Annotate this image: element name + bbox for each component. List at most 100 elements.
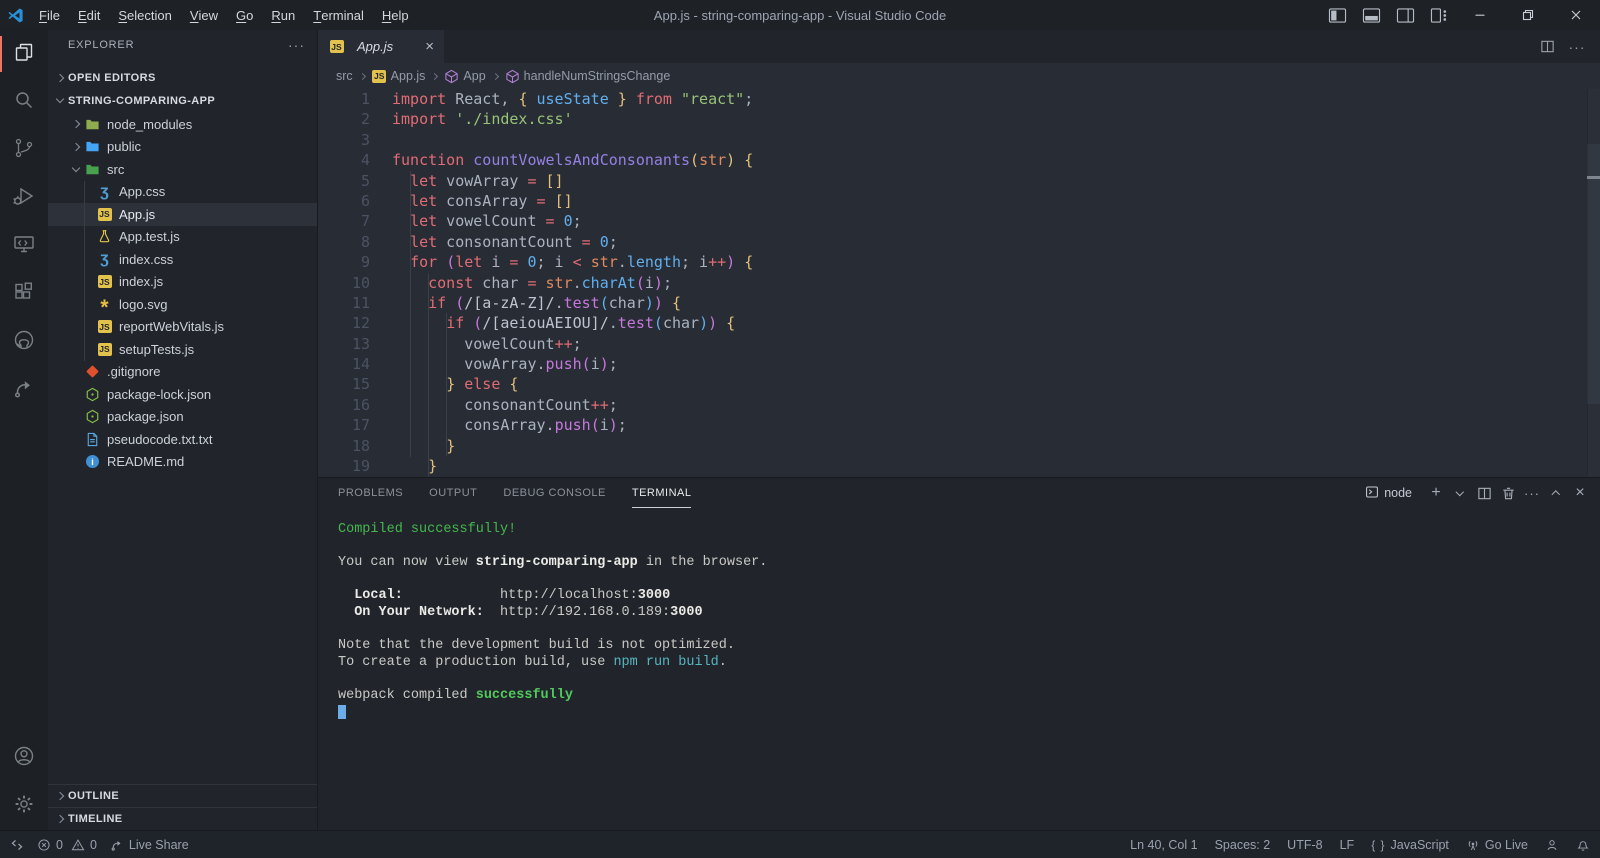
editor-scrollbar[interactable] (1587, 89, 1600, 477)
activity-run-and-debug[interactable] (0, 174, 48, 222)
terminal-icon (1365, 485, 1379, 502)
activity-extensions[interactable] (0, 270, 48, 318)
tree-item-index.js[interactable]: JS index.js (48, 270, 317, 293)
tree-item-setuptests.js[interactable]: JS setupTests.js (48, 338, 317, 361)
status-notifications[interactable] (1576, 838, 1590, 852)
panel-tab-problems[interactable]: PROBLEMS (338, 478, 403, 508)
close-window-button[interactable] (1552, 0, 1600, 30)
tree-item-.gitignore[interactable]: .gitignore (48, 361, 317, 384)
split-terminal-icon[interactable] (1472, 481, 1496, 505)
breadcrumb-handlenumstringschange[interactable]: handleNumStringsChange (505, 68, 670, 84)
toggle-panel-icon[interactable] (1354, 0, 1388, 30)
share-sm-icon (110, 838, 124, 852)
line-number: 9 (360, 253, 370, 272)
more-actions-icon[interactable]: ··· (1564, 39, 1590, 55)
explorer-more-icon[interactable]: ··· (288, 37, 305, 53)
activity-explorer[interactable] (0, 30, 48, 78)
status-problems-errors[interactable]: 0 (37, 838, 63, 852)
menu-run[interactable]: Run (262, 0, 304, 30)
section-outline[interactable]: OUTLINE (48, 784, 317, 807)
activity-github[interactable] (0, 318, 48, 366)
code-text: import React, { useState } from "react"; (392, 90, 754, 108)
activity-remote-explorer[interactable] (0, 222, 48, 270)
status-problems-warnings[interactable]: 0 (71, 838, 97, 852)
title-bar: File Edit Selection View Go Run Terminal Help A… (0, 0, 1600, 30)
breadcrumb-app[interactable]: App (444, 68, 486, 84)
tree-item-app.test.js[interactable]: App.test.js (48, 225, 317, 248)
status-language-mode[interactable]: { } JavaScript (1371, 838, 1449, 852)
tree-item-node_modules[interactable]: node_modules (48, 113, 317, 136)
split-editor-icon[interactable] (1534, 39, 1560, 54)
tree-item-package.json[interactable]: package.json (48, 406, 317, 429)
code-line: 10 const char = str.charAt(i); (318, 273, 1600, 293)
menu-go[interactable]: Go (227, 0, 262, 30)
status-encoding[interactable]: UTF-8 (1287, 838, 1322, 852)
activity-accounts[interactable] (0, 734, 48, 782)
code-text: vowArray.push(i); (392, 355, 618, 374)
maximize-panel-icon[interactable] (1544, 481, 1568, 505)
new-terminal-icon[interactable]: + (1424, 481, 1448, 505)
breadcrumb-app.js[interactable]: JS App.js (372, 68, 425, 84)
tree-item-public[interactable]: public (48, 136, 317, 159)
code-text: } else { (446, 375, 519, 394)
js-file-icon: JS (97, 342, 112, 356)
restore-button[interactable] (1504, 0, 1552, 30)
activity-source-control[interactable] (0, 126, 48, 174)
tree-item-label: index.css (119, 251, 174, 267)
panel-more-icon[interactable]: ··· (1520, 481, 1544, 505)
terminal-output[interactable]: Compiled successfully! You can now view s… (318, 508, 1600, 830)
tree-item-label: setupTests.js (119, 341, 195, 357)
status-feedback[interactable] (1545, 838, 1559, 852)
tree-item-label: package.json (107, 409, 184, 425)
panel-tab-terminal[interactable]: TERMINAL (631, 478, 692, 508)
launch-profile-icon[interactable] (1448, 481, 1472, 505)
toggle-secondary-sidebar-icon[interactable] (1388, 0, 1422, 30)
tree-item-package-lock.json[interactable]: package-lock.json (48, 383, 317, 406)
breadcrumb-src[interactable]: src (336, 69, 353, 83)
tree-item-index.css[interactable]: ʒ index.css (48, 248, 317, 271)
kill-terminal-icon[interactable] (1496, 481, 1520, 505)
close-panel-icon[interactable]: × (1568, 481, 1592, 505)
menu-file[interactable]: File (30, 0, 69, 30)
tree-item-src[interactable]: src (48, 158, 317, 181)
activity-live-share[interactable] (0, 366, 48, 414)
tree-item-logo.svg[interactable]: * logo.svg (48, 293, 317, 318)
customize-layout-icon[interactable] (1422, 0, 1456, 30)
activity-settings[interactable] (0, 782, 48, 830)
toggle-sidebar-icon[interactable] (1320, 0, 1354, 30)
status-go-live[interactable]: Go Live (1466, 838, 1528, 852)
menu-help[interactable]: Help (373, 0, 418, 30)
tab-app-js[interactable]: JS App.js × (318, 30, 444, 63)
code-editor[interactable]: 1 import React, { useState } from "react"… (318, 89, 1600, 477)
close-tab-icon[interactable]: × (425, 39, 434, 54)
files-icon (12, 40, 36, 69)
titlebar-actions (1320, 0, 1600, 30)
section-project-root[interactable]: STRING-COMPARING-APP (48, 89, 317, 112)
line-number: 8 (360, 232, 370, 251)
status-indentation[interactable]: Spaces: 2 (1215, 838, 1271, 852)
tree-item-pseudocode.txt.txt[interactable]: pseudocode.txt.txt (48, 428, 317, 451)
js-file-icon: JS (97, 207, 112, 221)
status-live-share[interactable]: Live Share (110, 838, 189, 852)
panel-tab-debug-console[interactable]: DEBUG CONSOLE (503, 478, 605, 508)
section-open-editors[interactable]: OPEN EDITORS (48, 66, 317, 89)
tree-item-reportwebvitals.js[interactable]: JS reportWebVitals.js (48, 315, 317, 338)
menu-edit[interactable]: Edit (69, 0, 109, 30)
tree-item-readme.md[interactable]: i README.md (48, 451, 317, 474)
status-cursor-position[interactable]: Ln 40, Col 1 (1130, 838, 1197, 852)
terminal-shell-picker[interactable]: node (1365, 485, 1412, 502)
activity-search[interactable] (0, 78, 48, 126)
status-remote-indicator[interactable] (10, 838, 24, 852)
breadcrumb-label: App (463, 69, 486, 83)
menu-view[interactable]: View (181, 0, 227, 30)
panel-tab-output[interactable]: OUTPUT (429, 478, 477, 508)
terminal-line (338, 704, 1600, 722)
menu-selection[interactable]: Selection (109, 0, 180, 30)
minimize-button[interactable] (1456, 0, 1504, 30)
tree-item-app.css[interactable]: ʒ App.css (48, 180, 317, 203)
status-eol[interactable]: LF (1340, 838, 1355, 852)
broadcast-icon (1466, 838, 1480, 852)
menu-terminal[interactable]: Terminal (304, 0, 373, 30)
tree-item-app.js[interactable]: JS App.js (48, 203, 317, 226)
section-timeline[interactable]: TIMELINE (48, 807, 317, 830)
